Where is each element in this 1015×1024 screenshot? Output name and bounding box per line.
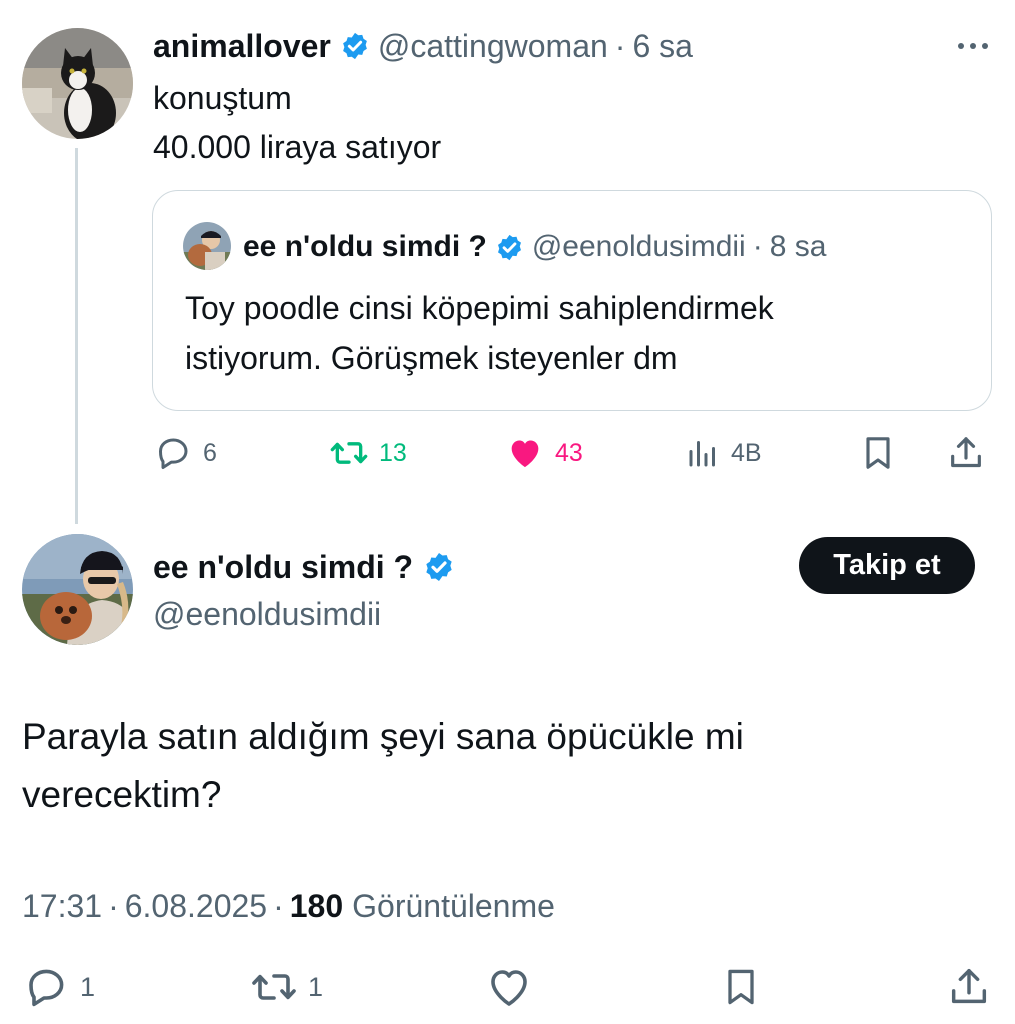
retweet-count: 13 bbox=[379, 438, 407, 467]
tweet-author-row: ee n'oldu simdi ? bbox=[153, 544, 463, 590]
display-name[interactable]: ee n'oldu simdi ? bbox=[153, 549, 413, 586]
tweet-time[interactable]: 17:31 bbox=[22, 888, 102, 925]
bookmark-button[interactable] bbox=[858, 432, 908, 474]
retweet-button[interactable]: 13 bbox=[329, 432, 407, 474]
tweet-text-line: konuştum bbox=[153, 80, 292, 116]
views-button[interactable]: 4B bbox=[685, 432, 762, 474]
more-horizontal-icon[interactable] bbox=[952, 30, 994, 62]
separator: · bbox=[752, 230, 763, 263]
retweet-button[interactable]: 1 bbox=[250, 964, 323, 1010]
handle: @eenoldusimdii bbox=[531, 230, 746, 263]
bookmark-icon bbox=[728, 969, 754, 1005]
retweet-icon bbox=[252, 974, 296, 1000]
display-name[interactable]: animallover bbox=[153, 28, 331, 65]
avatar-animallover[interactable] bbox=[22, 28, 133, 139]
tweet-text-line: verecektim? bbox=[22, 774, 222, 815]
views-count: 180 bbox=[289, 887, 344, 924]
handle[interactable]: @eenoldusimdii bbox=[153, 592, 381, 636]
quoted-tweet-text-line: Toy poodle cinsi köpepimi sahiplendirmek bbox=[185, 290, 774, 326]
timestamp[interactable]: 6 sa bbox=[632, 28, 692, 65]
separator: · bbox=[108, 887, 119, 924]
verified-badge-icon bbox=[495, 233, 524, 262]
analytics-icon bbox=[689, 441, 715, 467]
bookmark-icon bbox=[866, 437, 890, 469]
view-count: 4B bbox=[731, 438, 762, 467]
timestamp: 8 sa bbox=[769, 230, 827, 263]
reply-icon bbox=[159, 438, 188, 469]
views-label: Görüntülenme bbox=[352, 887, 555, 924]
reply-button[interactable]: 6 bbox=[153, 432, 217, 474]
quoted-tweet-header: ee n'oldu simdi ? @eenoldusimdii · 8 sa bbox=[243, 226, 826, 268]
separator: · bbox=[273, 887, 284, 924]
like-count: 43 bbox=[555, 438, 583, 467]
share-button[interactable] bbox=[946, 964, 1002, 1010]
reply-count: 6 bbox=[203, 438, 217, 467]
verified-badge-icon bbox=[423, 551, 455, 583]
heart-outline-icon bbox=[491, 970, 527, 1006]
bookmark-button[interactable] bbox=[719, 964, 773, 1010]
reply-button[interactable]: 1 bbox=[22, 964, 95, 1010]
heart-filled-icon bbox=[511, 440, 539, 468]
display-name: ee n'oldu simdi ? bbox=[243, 230, 487, 263]
retweet-icon bbox=[330, 442, 368, 464]
handle[interactable]: @cattingwoman bbox=[378, 28, 608, 65]
avatar-eenoldusimdii[interactable] bbox=[22, 534, 133, 645]
tweet-metadata: 17:31 · 6.08.2025 · 180 Görüntülenme bbox=[22, 884, 555, 928]
quoted-tweet-text-line: istiyorum. Görüşmek isteyenler dm bbox=[185, 340, 678, 376]
like-button[interactable]: 43 bbox=[505, 432, 583, 474]
reply-icon bbox=[29, 969, 64, 1007]
reply-count: 1 bbox=[80, 971, 96, 1002]
share-icon bbox=[951, 968, 987, 1004]
verified-badge-icon bbox=[340, 31, 370, 61]
share-icon bbox=[951, 437, 981, 468]
follow-button[interactable]: Takip et bbox=[799, 537, 975, 594]
retweet-count: 1 bbox=[308, 971, 324, 1002]
tweet-date[interactable]: 6.08.2025 bbox=[125, 888, 267, 925]
tweet-text-line: 40.000 liraya satıyor bbox=[153, 129, 442, 165]
thread-connector-line bbox=[75, 148, 78, 524]
avatar-eenoldusimdii-small bbox=[183, 222, 231, 270]
like-button[interactable] bbox=[485, 964, 543, 1010]
separator: · bbox=[614, 27, 626, 64]
share-button[interactable] bbox=[946, 432, 996, 474]
tweet-header: animallover @cattingwoman · 6 sa bbox=[153, 24, 693, 68]
tweet-text-line: Parayla satın aldığım şeyi sana öpücükle… bbox=[22, 716, 744, 757]
